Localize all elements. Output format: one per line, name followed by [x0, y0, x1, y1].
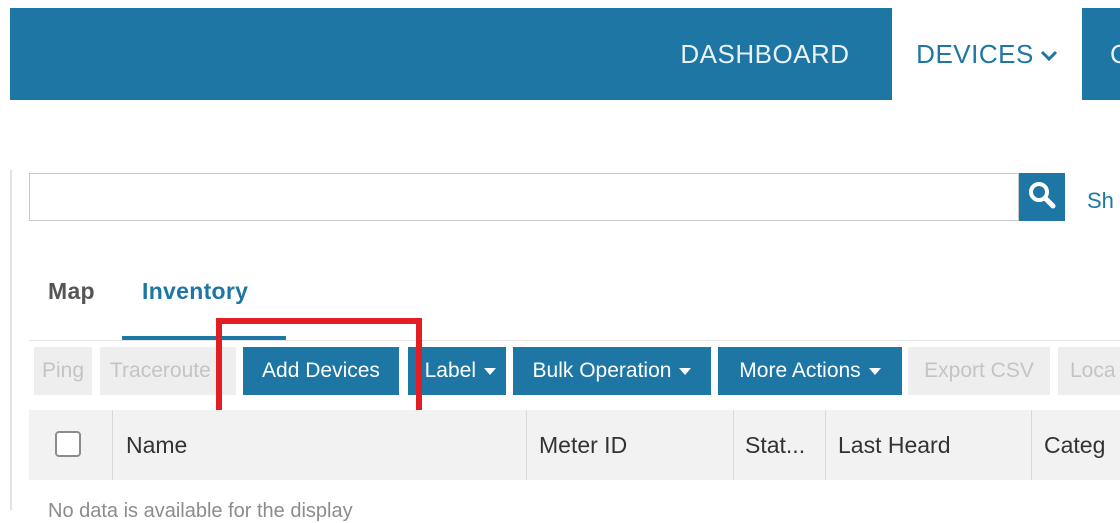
- more-actions-button-label: More Actions: [739, 359, 861, 382]
- bulk-operation-button-label: Bulk Operation: [532, 359, 672, 382]
- traceroute-button-label: Traceroute: [110, 359, 211, 382]
- tab-map[interactable]: Map: [48, 278, 95, 305]
- table-empty-message: No data is available for the display: [48, 500, 353, 522]
- location-button-label: Loca: [1070, 359, 1116, 382]
- nav-devices[interactable]: DEVICES: [892, 8, 1082, 100]
- ping-button[interactable]: Ping: [34, 347, 92, 395]
- caret-down-icon: [679, 367, 692, 375]
- column-header-name[interactable]: Name: [126, 410, 516, 480]
- tab-active-indicator: [122, 336, 286, 340]
- nav-dashboard-label: DASHBOARD: [680, 38, 850, 69]
- column-header-last-heard[interactable]: Last Heard: [838, 410, 1023, 480]
- export-csv-button[interactable]: Export CSV: [908, 347, 1050, 395]
- label-button-label: Label: [424, 359, 476, 382]
- column-separator: [526, 410, 527, 480]
- select-all-checkbox[interactable]: [55, 431, 81, 457]
- bulk-operation-dropdown-button[interactable]: Bulk Operation: [513, 347, 711, 395]
- column-separator: [112, 410, 113, 480]
- nav-dashboard[interactable]: DASHBOARD: [640, 8, 890, 100]
- caret-down-icon: [868, 367, 881, 375]
- tab-inventory[interactable]: Inventory: [142, 278, 248, 305]
- left-panel-border: [10, 170, 12, 510]
- search-input[interactable]: [29, 173, 1019, 221]
- export-csv-button-label: Export CSV: [924, 359, 1034, 382]
- add-devices-button[interactable]: Add Devices: [243, 347, 399, 395]
- column-header-category[interactable]: Categ: [1044, 410, 1120, 480]
- show-filters-link[interactable]: Sh: [1087, 188, 1114, 214]
- search-button[interactable]: [1019, 173, 1065, 221]
- nav-devices-label: DEVICES: [916, 38, 1034, 69]
- column-separator: [733, 410, 734, 480]
- label-dropdown-button[interactable]: Label: [408, 347, 506, 395]
- caret-down-icon: [484, 367, 496, 375]
- nav-next-item[interactable]: C: [1082, 8, 1120, 100]
- ping-button-label: Ping: [41, 359, 85, 382]
- chevron-down-icon: [1040, 39, 1058, 70]
- more-actions-dropdown-button[interactable]: More Actions: [718, 347, 902, 395]
- nav-next-label: C: [1110, 38, 1120, 69]
- column-separator: [1031, 410, 1032, 480]
- add-devices-button-label: Add Devices: [262, 359, 380, 382]
- column-separator: [825, 410, 826, 480]
- column-header-status[interactable]: Stat...: [745, 410, 823, 480]
- location-button[interactable]: Loca: [1058, 347, 1120, 395]
- search-icon: [1028, 181, 1056, 214]
- column-header-meter-id[interactable]: Meter ID: [539, 410, 729, 480]
- traceroute-button[interactable]: Traceroute: [100, 347, 236, 395]
- tab-divider: [29, 340, 1120, 341]
